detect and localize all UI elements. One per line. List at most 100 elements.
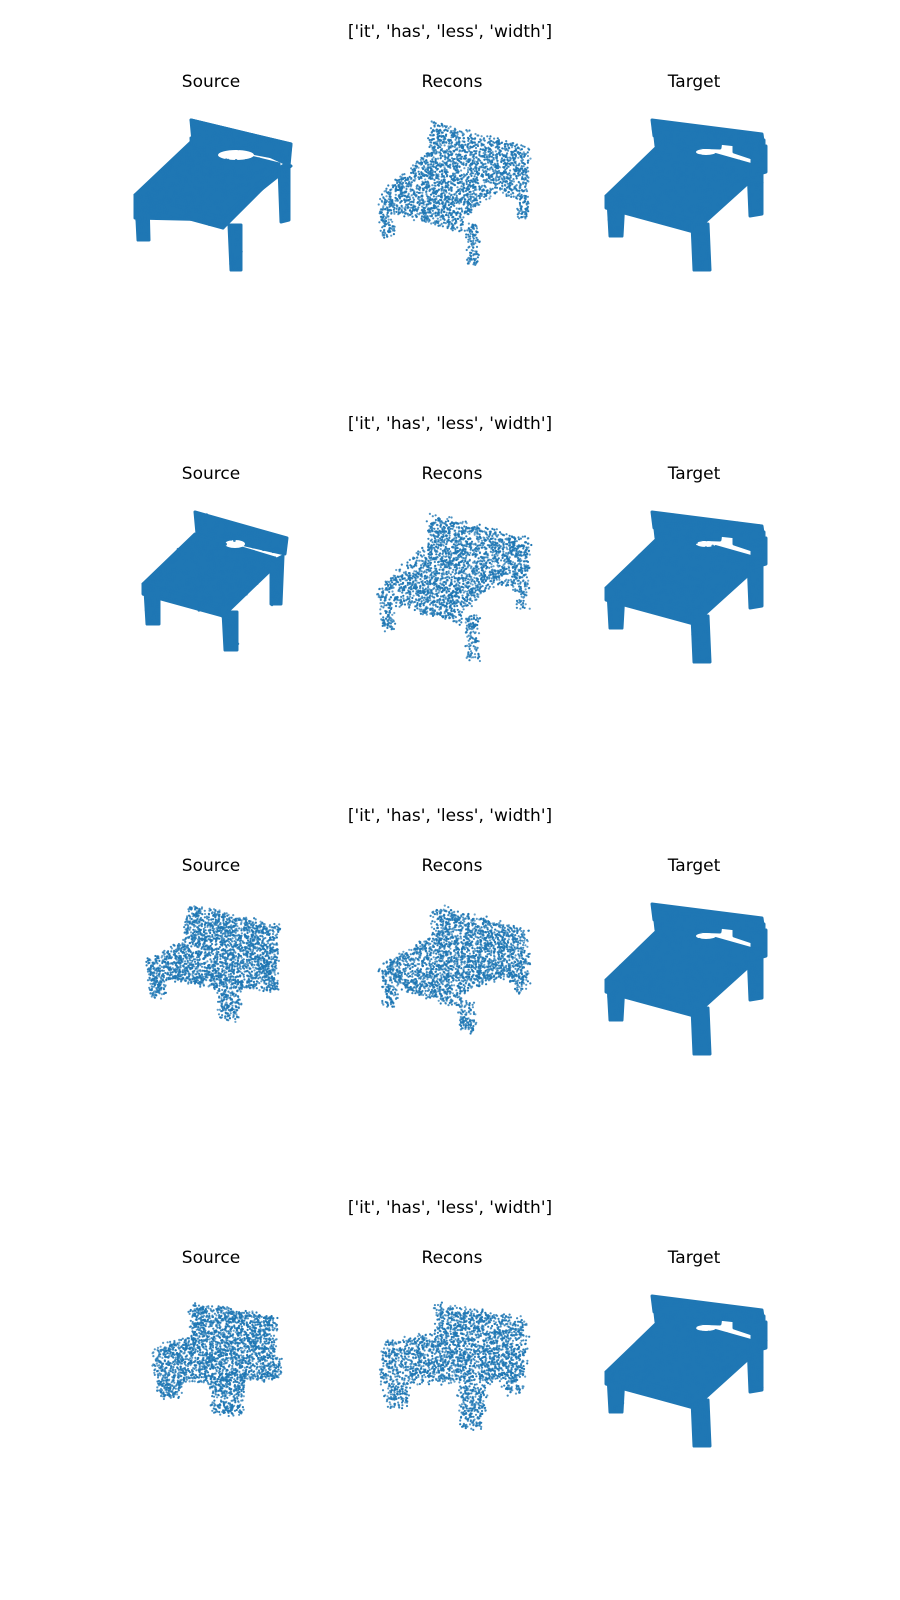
point [515,169,518,172]
point [458,165,461,168]
point [450,189,453,192]
point [729,180,732,183]
point [225,173,228,176]
point [468,150,471,153]
point [415,165,418,168]
point [431,207,434,210]
point [247,171,251,174]
point [264,567,267,571]
point [440,210,443,213]
point [464,174,467,177]
point [518,193,521,196]
point [525,211,528,215]
point [688,124,692,127]
point [286,175,290,179]
point [220,161,224,164]
point [191,191,194,195]
point [448,142,451,145]
point [185,559,188,563]
point [151,187,154,191]
point [240,177,244,180]
point [679,218,682,221]
point [642,177,645,180]
point [247,167,250,171]
point [388,193,391,197]
point [448,140,451,143]
point [437,178,440,181]
point [722,162,726,165]
point [432,190,435,193]
point [271,556,275,559]
point [678,170,682,174]
point [692,183,695,186]
point [694,238,698,241]
point [696,176,700,180]
point [686,225,690,228]
point [495,179,498,182]
point [737,137,740,141]
point [526,161,529,164]
point [649,189,652,193]
point [208,204,212,207]
point [709,195,713,198]
point [717,179,720,182]
point [145,196,149,199]
point [749,203,752,207]
point [625,184,628,187]
point [484,162,487,165]
point [657,198,660,201]
point [267,139,270,142]
point [658,165,662,169]
point [673,178,677,182]
point [432,146,435,149]
point [420,161,423,164]
point [691,163,694,166]
point [175,566,178,570]
point [653,179,656,182]
point [465,258,469,261]
point [656,172,659,175]
point [457,153,460,156]
point [611,201,615,205]
point [505,140,508,143]
point [454,134,457,137]
point [506,158,509,162]
point [704,192,708,195]
point [649,181,653,185]
point [442,205,445,208]
point [475,245,479,248]
point [387,191,390,194]
point [754,188,758,191]
point [379,229,382,232]
point [221,177,225,180]
point [140,232,143,235]
point [281,216,285,220]
point [701,143,704,146]
point [205,129,208,133]
point [220,556,224,559]
point [470,257,473,260]
point [242,558,245,561]
point [503,166,506,169]
point [442,140,445,144]
point [426,161,429,164]
point [633,204,636,207]
point [233,638,236,642]
point [470,249,473,252]
point [231,611,234,614]
point [238,203,242,206]
point [184,180,187,183]
point [220,137,223,141]
point [180,155,184,159]
point [631,192,635,195]
point [451,229,454,232]
point [525,152,528,155]
point [714,158,718,162]
point [419,201,422,204]
point [412,198,416,201]
row-1-recons-title: Recons [342,72,562,92]
point [461,145,464,149]
point [478,240,481,243]
point [416,209,419,212]
point [695,166,699,170]
